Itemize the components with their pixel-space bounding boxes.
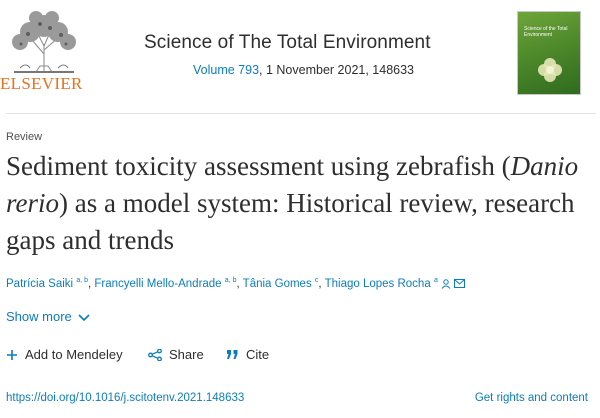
author-link[interactable]: Francyelli Mello-Andrade bbox=[94, 278, 221, 290]
article-type: Review bbox=[6, 131, 43, 143]
issue-details: , 1 November 2021, 148633 bbox=[259, 63, 414, 77]
journal-citation: Volume 793, 1 November 2021, 148633 bbox=[193, 63, 414, 77]
title-text-end: ) as a model system: Historical review, … bbox=[6, 188, 575, 255]
share-button[interactable]: Share bbox=[148, 346, 204, 362]
volume-link[interactable]: Volume 793 bbox=[193, 63, 259, 77]
author-list: Patrícia Saiki a, b, Francyelli Mello-An… bbox=[6, 277, 466, 290]
cite-label: Cite bbox=[246, 347, 270, 363]
article-title: Sediment toxicity assessment using zebra… bbox=[6, 148, 591, 259]
author-link[interactable]: Patrícia Saiki bbox=[6, 278, 73, 290]
quote-icon bbox=[227, 350, 238, 360]
publisher-name: ELSEVIER bbox=[0, 74, 83, 93]
person-icon[interactable] bbox=[441, 279, 451, 289]
plus-icon bbox=[7, 349, 17, 360]
author-affiliation[interactable]: a, b bbox=[225, 277, 237, 284]
author-affiliation[interactable]: a, b bbox=[76, 277, 88, 284]
mendeley-label: Add to Mendeley bbox=[25, 347, 123, 363]
journal-title[interactable]: Science of The Total Environment bbox=[144, 32, 431, 54]
cite-button[interactable]: Cite bbox=[226, 346, 269, 362]
header-divider bbox=[6, 113, 596, 114]
show-more-button[interactable]: Show more bbox=[6, 309, 90, 324]
cover-emblem-icon bbox=[538, 58, 562, 82]
share-label: Share bbox=[169, 347, 204, 363]
cover-title: Science of the Total Environment bbox=[524, 26, 568, 38]
add-to-mendeley-button[interactable]: Add to Mendeley bbox=[6, 346, 123, 362]
doi-link[interactable]: https://doi.org/10.1016/j.scitotenv.2021… bbox=[6, 392, 244, 404]
share-icon bbox=[148, 348, 162, 361]
author-link[interactable]: Thiago Lopes Rocha bbox=[325, 278, 431, 290]
rights-link[interactable]: Get rights and content bbox=[475, 392, 588, 404]
title-text-start: Sediment toxicity assessment using zebra… bbox=[6, 151, 511, 181]
article-header: ELSEVIER Science of The Total Environmen… bbox=[0, 0, 600, 115]
chevron-down-icon bbox=[78, 313, 90, 321]
journal-cover[interactable]: Science of the Total Environment bbox=[517, 11, 581, 95]
author-affiliation[interactable]: a bbox=[434, 277, 438, 284]
email-icon[interactable] bbox=[454, 279, 466, 289]
show-more-label: Show more bbox=[6, 309, 72, 324]
author-link[interactable]: Tânia Gomes bbox=[243, 278, 312, 290]
elsevier-tree-icon bbox=[6, 10, 82, 74]
